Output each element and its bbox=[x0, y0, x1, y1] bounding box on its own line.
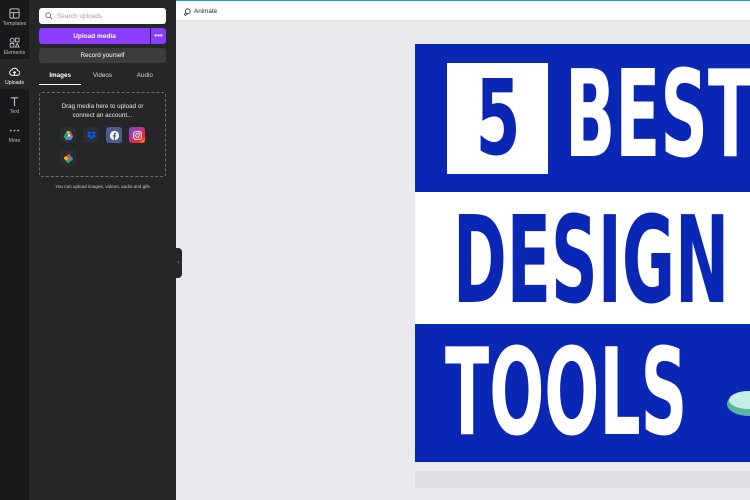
dropzone-text-line2: connect an account... bbox=[72, 112, 133, 119]
animate-label: Animate bbox=[194, 8, 218, 15]
rail-item-templates[interactable]: Templates bbox=[0, 8, 29, 38]
search-box[interactable] bbox=[39, 8, 166, 24]
rail-item-more[interactable]: More bbox=[0, 125, 29, 155]
dropzone-text-line1: Drag media here to upload or bbox=[61, 103, 144, 110]
google-drive-button[interactable] bbox=[60, 127, 76, 143]
instagram-icon bbox=[132, 130, 142, 140]
rail-item-label: Templates bbox=[2, 21, 27, 27]
google-photos-icon bbox=[63, 153, 73, 163]
rail-item-label: Elements bbox=[3, 50, 26, 56]
upload-options-button[interactable]: ••• bbox=[151, 28, 166, 44]
rail-item-label: Text bbox=[9, 109, 20, 115]
animate-button[interactable]: Animate bbox=[183, 5, 217, 18]
rail-item-text[interactable]: Text bbox=[0, 96, 29, 126]
search-input[interactable] bbox=[57, 12, 157, 20]
collapse-panel-handle[interactable]: ‹ bbox=[175, 248, 182, 278]
design-canvas[interactable]: 5 BEST DESIGN TOOLS bbox=[415, 44, 750, 462]
headline-line3[interactable]: TOOLS bbox=[445, 334, 687, 454]
google-drive-icon bbox=[63, 130, 73, 140]
rail-item-label: Uploads bbox=[4, 80, 25, 86]
more-icon bbox=[9, 129, 20, 132]
search-icon bbox=[45, 12, 53, 20]
side-rail: Templates Elements Uploads Text More bbox=[0, 0, 29, 500]
rail-item-uploads[interactable]: Uploads bbox=[0, 67, 29, 97]
tab-audio[interactable]: Audio bbox=[124, 70, 166, 85]
decorative-shape-icon bbox=[727, 391, 750, 416]
facebook-button[interactable] bbox=[106, 127, 122, 143]
headline-number[interactable]: 5 bbox=[466, 57, 529, 179]
uploads-icon bbox=[9, 67, 20, 76]
tab-videos[interactable]: Videos bbox=[81, 70, 123, 85]
dropzone-text: Drag media here to upload or connect an … bbox=[40, 102, 165, 120]
uploads-panel: Upload media ••• Record yourself Images … bbox=[29, 0, 176, 500]
tab-images[interactable]: Images bbox=[39, 70, 82, 85]
upload-tabs: Images Videos Audio bbox=[39, 70, 166, 85]
upload-media-button[interactable]: Upload media bbox=[39, 28, 150, 44]
rail-item-label: More bbox=[8, 138, 21, 144]
templates-icon bbox=[9, 8, 20, 19]
instagram-button[interactable] bbox=[129, 127, 145, 143]
google-photos-button[interactable] bbox=[60, 150, 76, 166]
rail-item-elements[interactable]: Elements bbox=[0, 37, 29, 67]
dropbox-button[interactable] bbox=[83, 127, 99, 143]
dropbox-icon bbox=[86, 130, 96, 139]
headline-line2[interactable]: DESIGN bbox=[453, 202, 729, 322]
text-icon bbox=[10, 97, 19, 107]
upload-dropzone[interactable]: Drag media here to upload or connect an … bbox=[39, 92, 166, 177]
facebook-icon bbox=[109, 130, 119, 140]
animate-icon bbox=[183, 7, 191, 16]
headline-line1[interactable]: BEST bbox=[565, 56, 750, 176]
record-yourself-button[interactable]: Record yourself bbox=[39, 48, 166, 63]
chevron-left-icon: ‹ bbox=[177, 260, 180, 266]
add-page-bar[interactable] bbox=[415, 471, 750, 488]
upload-hint-text: You can upload images, videos, audio and… bbox=[55, 184, 150, 189]
elements-icon bbox=[9, 37, 20, 48]
editor-toolbar: Animate bbox=[176, 0, 750, 21]
